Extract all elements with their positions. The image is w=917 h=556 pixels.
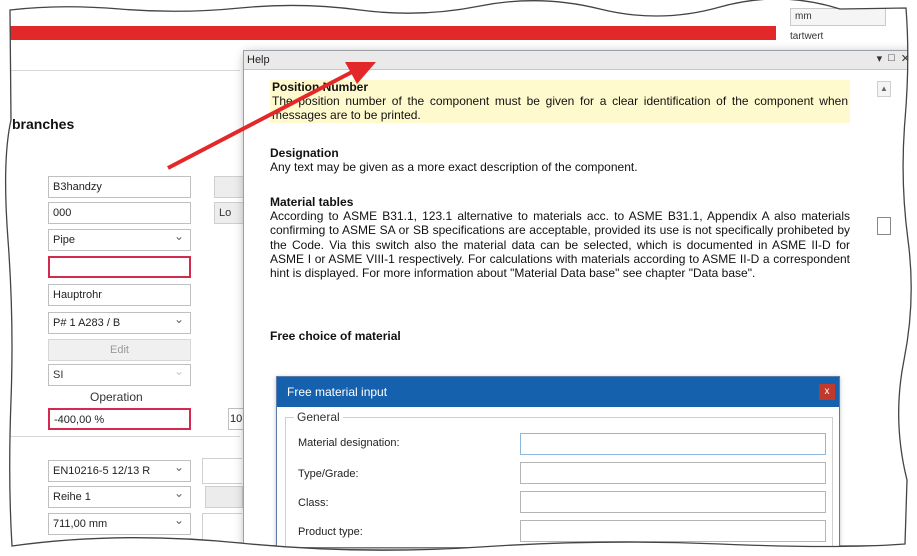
scroll-up-icon[interactable]: ▲ (877, 81, 891, 97)
type-grade-label: Type/Grade: (298, 468, 359, 480)
free-material-dialog: Free material input x General Material d… (276, 376, 840, 556)
type-grade-input[interactable] (520, 462, 826, 484)
unit-label: mm (795, 11, 812, 22)
maximize-icon[interactable]: □ (888, 52, 895, 65)
topic-title: Designation (270, 146, 339, 160)
help-topic-material-tables: Material tables According to ASME B31.1,… (270, 195, 850, 280)
component-type-dropdown[interactable]: Pipe (48, 226, 191, 251)
general-group: General Material designation: Type/Grade… (285, 410, 833, 556)
material-designation-input[interactable] (520, 433, 826, 455)
description-field[interactable]: Hauptrohr (48, 284, 191, 306)
help-topic-free-choice: Free choice of material (270, 329, 850, 343)
topic-text: According to ASME B31.1, 123.1 alternati… (270, 209, 850, 281)
side-button-1[interactable] (214, 176, 244, 198)
topic-text: Any text may be given as a more exact de… (270, 160, 638, 175)
series-dropdown[interactable]: Reihe 1 (48, 483, 191, 508)
side-panel-box (202, 458, 242, 484)
class-input[interactable] (520, 491, 826, 513)
unit-system-dropdown[interactable]: SI (48, 361, 191, 386)
topic-text: The position number of the component mus… (272, 94, 848, 123)
startwert-label: tartwert (790, 31, 824, 42)
operation-field[interactable]: -400,00 % (48, 408, 191, 430)
product-type-input[interactable] (520, 520, 826, 542)
red-progress-bar (10, 26, 776, 40)
close-icon[interactable]: x (819, 384, 835, 400)
help-window-title: Help (247, 54, 270, 66)
help-topic-position-number: Position Number The position number of t… (270, 80, 850, 123)
divider (10, 70, 240, 71)
divider (10, 436, 240, 437)
product-type-label: Product type: (298, 526, 363, 538)
diameter-dropdown[interactable]: 711,00 mm (48, 510, 191, 535)
side-button-2[interactable]: Lo (214, 202, 244, 224)
dialog-titlebar[interactable]: Free material input x (277, 377, 839, 407)
help-titlebar[interactable]: Help ▾ □ ✕ (244, 51, 914, 70)
dropdown-icon[interactable]: ▾ (877, 52, 883, 65)
startwert-label-box: tartwert (790, 28, 886, 46)
scrollbar-thumb[interactable] (877, 217, 891, 235)
empty-required-field[interactable] (48, 256, 191, 278)
side-panel-box (202, 513, 242, 543)
topic-title: Material tables (270, 195, 354, 209)
class-label: Class: (298, 497, 329, 509)
material-designation-label: Material designation: (298, 437, 400, 449)
material-dropdown[interactable]: P# 1 A283 / B (48, 309, 191, 334)
position-number-field[interactable]: B3handzy (48, 176, 191, 198)
side-panel-button[interactable] (205, 486, 243, 508)
help-topic-designation: Designation Any text may be given as a m… (270, 146, 850, 174)
window-controls: ▾ □ ✕ (877, 52, 910, 65)
edit-button[interactable]: Edit (48, 339, 191, 361)
standard-dropdown[interactable]: EN10216-5 12/13 R (48, 457, 191, 482)
topic-title: Free choice of material (270, 329, 401, 343)
close-icon[interactable]: ✕ (901, 52, 910, 65)
section-heading: branches (12, 116, 75, 132)
operation-label: Operation (90, 390, 143, 404)
unit-field[interactable]: mm (790, 8, 886, 26)
designation-field[interactable]: 000 (48, 202, 191, 224)
dialog-title: Free material input (287, 385, 388, 399)
topic-title: Position Number (272, 80, 369, 94)
screenshot-frame: mm tartwert branches B3handzy 000 Pipe H… (0, 0, 917, 556)
group-label: General (294, 410, 343, 424)
